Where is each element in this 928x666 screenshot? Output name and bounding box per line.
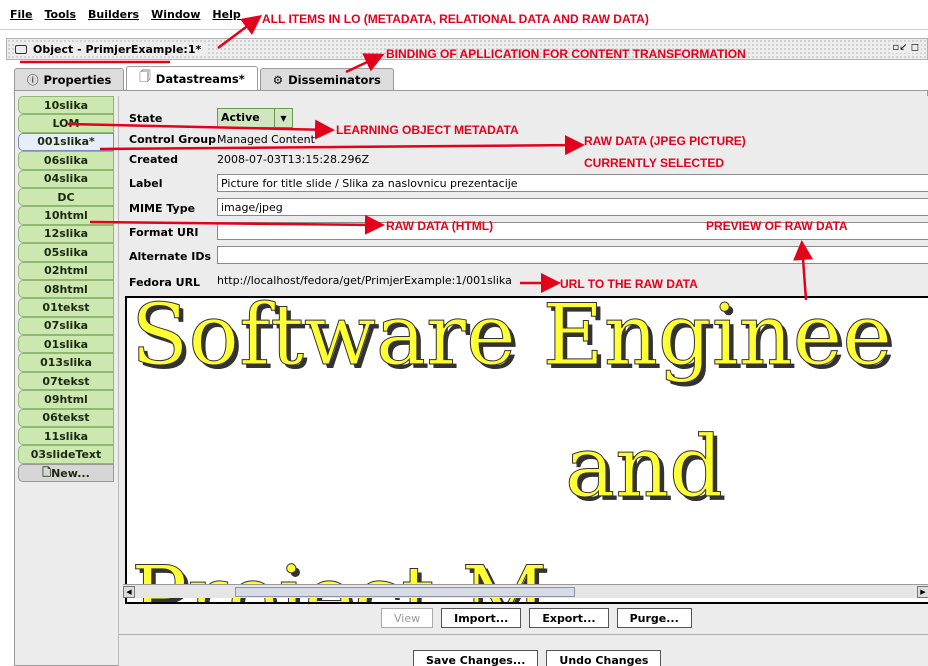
view-button[interactable]: View — [381, 608, 434, 628]
annotation-raw-html: RAW DATA (HTML) — [386, 219, 494, 233]
annotation-raw-jpeg: RAW DATA (JPEG PICTURE) — [584, 134, 746, 148]
preview-line-1: Software Enginee — [130, 296, 893, 385]
new-datastream-button[interactable]: 🗋 New... — [18, 463, 114, 483]
horizontal-scrollbar[interactable]: ◀ ▶ — [123, 584, 928, 598]
scroll-right-icon[interactable]: ▶ — [917, 585, 928, 598]
datastream-item[interactable]: 10html — [18, 206, 114, 225]
datastream-item[interactable]: 02html — [18, 261, 114, 280]
tab-datastreams[interactable]: 🗍 Datastreams* — [126, 66, 258, 90]
datastream-item[interactable]: 12slika — [18, 224, 114, 244]
label-field[interactable]: Picture for title slide / Slika za naslo… — [217, 174, 928, 192]
annotation-all-items: ALL ITEMS IN LO (METADATA, RELATIONAL DA… — [262, 12, 649, 26]
created-label: Created — [129, 153, 178, 166]
datastream-item[interactable]: DC — [18, 187, 114, 207]
annotation-binding: BINDING OF APLLICATION FOR CONTENT TRANS… — [386, 47, 746, 61]
datastream-item[interactable]: 06tekst — [18, 408, 114, 428]
menu-help[interactable]: Help — [212, 8, 240, 21]
datastream-item[interactable]: LOM — [18, 114, 114, 133]
annotation-url: URL TO THE RAW DATA — [560, 277, 698, 291]
tab-bar: ⓘ Properties 🗍 Datastreams* ⚙ Disseminat… — [14, 66, 396, 90]
separator — [119, 634, 928, 635]
scroll-left-icon[interactable]: ◀ — [123, 585, 135, 598]
purge-button[interactable]: Purge... — [616, 608, 692, 628]
state-label: State — [129, 112, 163, 125]
window-icon — [15, 44, 27, 54]
datastream-item[interactable]: 03slideText — [18, 445, 114, 464]
datastream-item[interactable]: 10slika — [18, 96, 114, 115]
mime-type-field[interactable]: image/jpeg — [217, 198, 928, 216]
fedora-url-label: Fedora URL — [129, 276, 201, 289]
datastream-item[interactable]: 07slika — [18, 316, 114, 336]
import-button[interactable]: Import... — [441, 608, 522, 628]
undo-changes-button[interactable]: Undo Changes — [546, 650, 662, 666]
info-icon: ⓘ — [27, 72, 39, 87]
datastream-item[interactable]: 08html — [18, 279, 114, 299]
datastream-item[interactable]: 05slika — [18, 243, 114, 262]
datastream-item[interactable]: 07tekst — [18, 371, 114, 391]
tab-disseminators-label: Disseminators — [288, 72, 381, 87]
image-preview: Software Enginee and Project M — [125, 296, 928, 604]
tab-disseminators[interactable]: ⚙ Disseminators — [259, 68, 394, 90]
format-uri-label: Format URI — [129, 226, 199, 239]
datastream-item[interactable]: 01slika — [18, 335, 114, 354]
save-changes-button[interactable]: Save Changes... — [413, 650, 539, 666]
tab-properties-label: Properties — [43, 72, 112, 87]
window-controls-icon[interactable]: ▫↙ ◻ — [890, 42, 921, 53]
window-title: Object - PrimjerExample:1* — [33, 42, 202, 56]
datastream-item[interactable]: 06slika — [18, 151, 114, 170]
scroll-thumb[interactable] — [235, 586, 575, 597]
fedora-url-value: http://localhost/fedora/get/PrimjerExamp… — [217, 272, 517, 290]
datastream-item[interactable]: 001slika* — [18, 132, 114, 152]
gear-icon: ⚙ — [272, 72, 284, 87]
new-datastream-label: New... — [51, 466, 90, 480]
alternate-ids-label: Alternate IDs — [129, 250, 212, 263]
datastream-actions: View Import... Export... Purge... — [381, 608, 692, 628]
document-icon: 🗍 — [139, 69, 151, 83]
annotation-preview: PREVIEW OF RAW DATA — [706, 219, 848, 233]
title-box: Object - PrimjerExample:1* — [15, 42, 208, 56]
annotation-lom: LEARNING OBJECT METADATA — [336, 123, 519, 137]
datastream-list: 10slika LOM 001slika* 06slika 04slika DC 10htm… — [18, 96, 114, 483]
object-actions: Save Changes... Undo Changes — [413, 650, 662, 666]
preview-line-2: and — [565, 418, 724, 517]
datastream-item[interactable]: 09html — [18, 390, 114, 409]
datastream-item[interactable]: 01tekst — [18, 298, 114, 317]
tab-properties[interactable]: ⓘ Properties — [14, 68, 125, 90]
export-button[interactable]: Export... — [529, 608, 609, 628]
label-label: Label — [129, 177, 163, 190]
datastream-item[interactable]: 11slika — [18, 427, 114, 446]
menu-builders[interactable]: Builders — [88, 8, 139, 21]
mime-type-label: MIME Type — [129, 202, 196, 215]
menu-window[interactable]: Window — [151, 8, 200, 21]
datastream-item[interactable]: 013slika — [18, 353, 114, 372]
tab-datastreams-label: Datastreams* — [155, 71, 245, 86]
annotation-selected: CURRENTLY SELECTED — [584, 156, 725, 170]
new-document-icon: 🗋 — [42, 465, 52, 479]
menu-tools[interactable]: Tools — [45, 8, 76, 21]
control-group-label: Control Group — [129, 133, 217, 146]
control-group-value: Managed Content — [217, 133, 315, 146]
state-select[interactable]: Active ▼ — [217, 108, 293, 128]
datastream-detail: State Active ▼ Control Group Managed Con… — [118, 96, 928, 666]
datastream-item[interactable]: 04slika — [18, 169, 114, 188]
state-value: Active — [221, 111, 260, 124]
alternate-ids-field[interactable] — [217, 246, 928, 264]
created-value: 2008-07-03T13:15:28.296Z — [217, 153, 370, 166]
chevron-down-icon[interactable]: ▼ — [274, 109, 292, 127]
menu-file[interactable]: File — [10, 8, 33, 21]
